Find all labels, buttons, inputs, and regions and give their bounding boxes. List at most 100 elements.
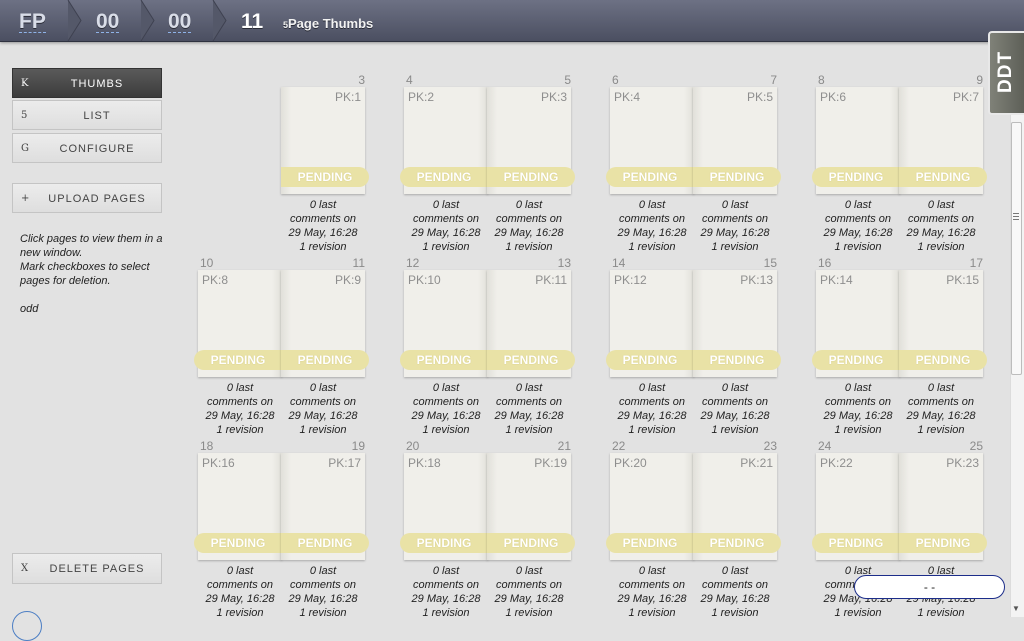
pending-status-badge: PENDING <box>606 167 694 187</box>
pending-status-badge: PENDING <box>281 533 369 553</box>
caption-line: 1 revision <box>422 424 470 436</box>
caption-line: 1 revision <box>834 424 882 436</box>
page-key-label: PK:20 <box>614 456 647 470</box>
caption-line: 1 revision <box>505 607 553 617</box>
page-thumbnail[interactable]: PK:13 PENDING <box>693 270 781 377</box>
page-thumbnail[interactable]: PK:15 PENDING <box>899 270 987 377</box>
help-circle-icon[interactable] <box>12 611 42 641</box>
page-key-label: PK:21 <box>740 456 773 470</box>
scroll-down-icon[interactable]: ▼ <box>1012 604 1020 613</box>
page-number: 14 <box>612 256 626 270</box>
page-number: 23 <box>763 439 777 453</box>
caption-line: 0 last <box>226 382 254 394</box>
page-caption: 0 last comments on 29 May, 16:28 1 revision <box>816 381 900 437</box>
pending-status-badge: PENDING <box>281 350 369 370</box>
caption-line: comments on <box>289 579 357 591</box>
page-thumbnail[interactable]: PK:5 PENDING <box>693 87 781 194</box>
caption-line: 1 revision <box>711 424 759 436</box>
page-thumbnail[interactable]: PK:3 PENDING <box>487 87 575 194</box>
page-key-label: PK:5 <box>746 90 773 104</box>
page-thumbnail[interactable]: PK:6 PENDING <box>812 87 900 194</box>
page-thumbnail[interactable]: PK:17 PENDING <box>281 453 369 560</box>
page-thumbnail[interactable]: PK:8 PENDING <box>194 270 282 377</box>
page-thumbnail[interactable]: PK:18 PENDING <box>400 453 488 560</box>
caption-line: 29 May, 16:28 <box>617 593 687 605</box>
caption-line: 1 revision <box>711 241 759 253</box>
page-thumbnail[interactable]: PK:4 PENDING <box>606 87 694 194</box>
page-number: 12 <box>406 256 420 270</box>
caption-line: 0 last <box>515 199 543 211</box>
page-caption: 0 last comments on 29 May, 16:28 1 revision <box>487 198 571 254</box>
page-thumbnail[interactable]: PK:9 PENDING <box>281 270 369 377</box>
caption-line: 0 last <box>721 199 749 211</box>
page-caption: 0 last comments on 29 May, 16:28 1 revision <box>693 564 777 617</box>
page-thumbnail[interactable]: PK:14 PENDING <box>812 270 900 377</box>
page-thumbnail[interactable]: PK:21 PENDING <box>693 453 781 560</box>
caption-line: 0 last <box>309 382 337 394</box>
caption-line: 29 May, 16:28 <box>494 227 564 239</box>
page-number: 18 <box>200 439 214 453</box>
caption-line: 1 revision <box>628 241 676 253</box>
page-thumbnail[interactable]: PK:10 PENDING <box>400 270 488 377</box>
page-key-label: PK:1 <box>334 90 361 104</box>
page-thumbnail[interactable]: PK:23 PENDING <box>899 453 987 560</box>
page-key-label: PK:18 <box>408 456 441 470</box>
caption-line: 0 last <box>515 565 543 577</box>
page-caption: 0 last comments on 29 May, 16:28 1 revision <box>487 381 571 437</box>
caption-line: 1 revision <box>422 607 470 617</box>
caption-line: 1 revision <box>834 607 882 617</box>
page-thumbnail[interactable]: PK:19 PENDING <box>487 453 575 560</box>
caption-line: 1 revision <box>299 607 347 617</box>
page-caption: 0 last comments on 29 May, 16:28 1 revision <box>198 381 282 437</box>
page-caption: 0 last comments on 29 May, 16:28 1 revision <box>899 381 983 437</box>
page-thumbnail[interactable]: PK:22 PENDING <box>812 453 900 560</box>
caption-line: comments on <box>618 396 686 408</box>
caption-line: 0 last <box>432 565 460 577</box>
page-number: 20 <box>406 439 420 453</box>
page-key-label: PK:22 <box>820 456 853 470</box>
page-thumbnail[interactable]: PK:2 PENDING <box>400 87 488 194</box>
page-key-label: PK:4 <box>614 90 641 104</box>
pending-status-badge: PENDING <box>487 533 575 553</box>
caption-line: comments on <box>495 396 563 408</box>
caption-line: 29 May, 16:28 <box>906 227 976 239</box>
page-number: 9 <box>976 73 983 87</box>
page-thumbnail[interactable]: PK:1 PENDING <box>281 87 369 194</box>
caption-line: comments on <box>206 396 274 408</box>
page-thumbnail[interactable]: PK:12 PENDING <box>606 270 694 377</box>
page-caption: 0 last comments on 29 May, 16:28 1 revision <box>487 564 571 617</box>
caption-line: comments on <box>495 579 563 591</box>
scrollbar-thumb[interactable] <box>1011 122 1022 375</box>
caption-line: comments on <box>701 579 769 591</box>
caption-line: 1 revision <box>917 607 965 617</box>
caption-line: 29 May, 16:28 <box>823 410 893 422</box>
page-key-label: PK:15 <box>946 273 979 287</box>
page-number: 16 <box>818 256 832 270</box>
page-number: 5 <box>564 73 571 87</box>
pending-status-badge: PENDING <box>693 533 781 553</box>
caption-line: 29 May, 16:28 <box>411 227 481 239</box>
page-key-label: PK:14 <box>820 273 853 287</box>
ddt-logo-tab[interactable]: DDT <box>988 31 1024 115</box>
page-thumbnail[interactable]: PK:20 PENDING <box>606 453 694 560</box>
page-caption: 0 last comments on 29 May, 16:28 1 revision <box>693 381 777 437</box>
caption-line: 0 last <box>927 199 955 211</box>
page-key-label: PK:13 <box>740 273 773 287</box>
pending-status-badge: PENDING <box>400 350 488 370</box>
page-number: 11 <box>352 256 365 270</box>
page-thumbnail[interactable]: PK:7 PENDING <box>899 87 987 194</box>
caption-line: comments on <box>495 213 563 225</box>
floating-status-pill[interactable]: - - <box>854 575 1005 599</box>
page-number: 6 <box>612 73 619 87</box>
pending-status-badge: PENDING <box>812 350 900 370</box>
caption-line: 1 revision <box>834 241 882 253</box>
page-caption: 0 last comments on 29 May, 16:28 1 revision <box>281 198 365 254</box>
pending-status-badge: PENDING <box>899 167 987 187</box>
caption-line: 29 May, 16:28 <box>823 227 893 239</box>
caption-line: comments on <box>618 579 686 591</box>
page-thumbnail[interactable]: PK:16 PENDING <box>194 453 282 560</box>
pending-status-badge: PENDING <box>400 167 488 187</box>
caption-line: 0 last <box>638 565 666 577</box>
page-thumbnail[interactable]: PK:11 PENDING <box>487 270 575 377</box>
caption-line: 0 last <box>226 565 254 577</box>
